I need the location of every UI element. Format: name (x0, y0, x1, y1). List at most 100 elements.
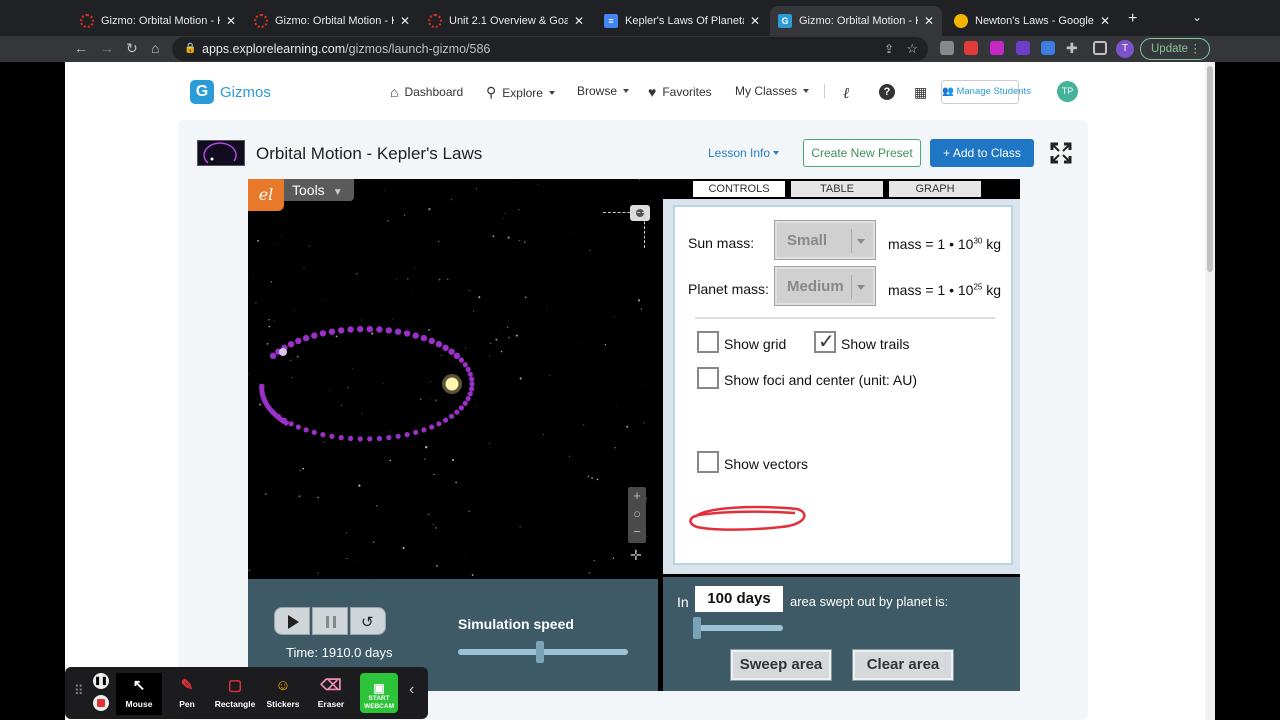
stickers-tool[interactable]: ☺ Stickers (260, 673, 306, 715)
collapse-chevron-icon[interactable]: ‹ (409, 681, 414, 699)
apps-grid-icon[interactable]: ▦ (914, 84, 927, 101)
translate-icon[interactable] (1041, 41, 1055, 55)
tool-label: Stickers (266, 699, 300, 709)
nav-dashboard[interactable]: ⌂ Dashboard (390, 84, 463, 100)
browser-tab-2[interactable]: Gizmo: Orbital Motion - Ke ✕ (246, 6, 418, 36)
browser-tab-4[interactable]: ≡ Kepler's Laws Of Planetary ✕ (596, 6, 768, 36)
planet-mass-select[interactable]: Medium (774, 266, 876, 306)
show-vectors-checkbox[interactable] (697, 451, 719, 473)
close-icon[interactable]: ✕ (400, 14, 410, 28)
trail-dot (442, 344, 449, 351)
zoom-in-icon[interactable]: + (628, 487, 646, 505)
extension-icon[interactable] (940, 41, 954, 55)
stop-recording-icon[interactable] (93, 695, 109, 711)
eq-exponent: 25 (973, 282, 983, 292)
trail-dot (469, 376, 475, 382)
zoom-reset-icon[interactable]: ○ (628, 505, 646, 523)
nav-browse[interactable]: Browse (577, 84, 630, 98)
tab-controls[interactable]: CONTROLS (693, 181, 785, 197)
start-webcam-button[interactable]: ▣ START WEBCAM (360, 673, 398, 713)
pause-button[interactable] (312, 607, 348, 635)
eq-exponent: 30 (973, 236, 983, 246)
sweep-area-button[interactable]: Sweep area (730, 649, 832, 681)
pan-icon[interactable]: ✛ (630, 547, 642, 564)
close-icon[interactable]: ✕ (1100, 14, 1110, 28)
pen-tool[interactable]: ✎ Pen (164, 673, 210, 715)
browser-tab-5-active[interactable]: G Gizmo: Orbital Motion - Kepler ✕ (770, 6, 942, 36)
trail-dot (288, 421, 294, 427)
show-trails-checkbox[interactable] (814, 329, 836, 354)
triangle-down-icon: ▼ (332, 187, 343, 198)
kami-icon[interactable] (1016, 41, 1030, 55)
browser-tab-3[interactable]: Unit 2.1 Overview & Goals ✕ (420, 6, 592, 36)
fullscreen-icon[interactable] (1050, 142, 1072, 164)
home-icon[interactable]: ⌂ (151, 40, 159, 56)
eraser-icon: ⌫ (320, 677, 342, 694)
sun-mass-select[interactable]: Small (774, 220, 876, 260)
new-tab-icon[interactable]: + (1128, 10, 1137, 28)
browser-tab-6[interactable]: Newton's Laws - Google Ja ✕ (946, 6, 1118, 36)
pause-recording-icon[interactable]: ❚❚ (93, 673, 109, 689)
zoom-out-icon[interactable]: − (628, 523, 646, 541)
play-button[interactable] (274, 607, 310, 635)
close-icon[interactable]: ✕ (750, 14, 760, 28)
nav-favorites[interactable]: ♥ Favorites (648, 84, 712, 100)
controls-inner: Sun mass: Small mass = 1 • 1030 kg Plane… (673, 205, 1013, 565)
bookmark-star-icon[interactable]: ☆ (906, 37, 918, 61)
el-badge-icon[interactable]: el (248, 179, 284, 211)
plus-icon: + (943, 146, 953, 160)
eraser-tool[interactable]: ⌫ Eraser (308, 673, 354, 715)
el-icon[interactable]: ℓ (843, 84, 849, 103)
more-vert-icon[interactable]: ⋮ (1190, 39, 1202, 59)
profile-avatar[interactable]: T (1116, 40, 1134, 58)
screencastify-icon[interactable] (964, 41, 978, 55)
close-icon[interactable]: ✕ (574, 14, 584, 28)
help-icon[interactable]: ? (879, 84, 895, 100)
show-foci-checkbox[interactable] (697, 367, 719, 389)
gizmos-logo[interactable]: G Gizmos (190, 80, 271, 104)
create-preset-button[interactable]: Create New Preset (803, 139, 921, 167)
users-icon: 👥 (942, 86, 957, 97)
rectangle-tool[interactable]: ▢ Rectangle (212, 673, 258, 715)
mouse-tool[interactable]: ↖ Mouse (116, 673, 162, 715)
close-icon[interactable]: ✕ (226, 14, 236, 28)
share-icon[interactable]: ⇪ (884, 37, 894, 61)
drag-handle-icon[interactable]: ⠿ (74, 683, 84, 699)
page-scrollbar-thumb[interactable] (1207, 66, 1213, 272)
days-slider-knob[interactable] (693, 617, 701, 639)
nav-explore[interactable]: ⚲ Explore (486, 84, 555, 101)
tab-graph[interactable]: GRAPH (889, 181, 981, 197)
lesson-info-dropdown[interactable]: Lesson Info (708, 146, 780, 160)
clear-area-button[interactable]: Clear area (852, 649, 954, 681)
tab-table[interactable]: TABLE (791, 181, 883, 197)
tab-search-chevron-icon[interactable]: ⌄ (1192, 10, 1202, 24)
close-icon[interactable]: ✕ (924, 14, 934, 28)
trail-dot (429, 424, 435, 430)
webcam-label-1: START (368, 695, 390, 702)
forward-arrow-icon[interactable]: → (100, 40, 114, 56)
user-avatar[interactable]: TP (1057, 81, 1078, 102)
browser-tab-1[interactable]: Gizmo: Orbital Motion - Ke ✕ (72, 6, 244, 36)
speed-slider-knob[interactable] (535, 641, 544, 663)
days-slider-track[interactable] (697, 625, 783, 631)
lock-icon[interactable]: 🔒 (184, 37, 196, 61)
puzzle-extensions-icon[interactable]: ✚ (1066, 40, 1078, 57)
reset-button[interactable]: ↺ (350, 607, 386, 635)
add-to-class-button[interactable]: + Add to Class (930, 139, 1034, 167)
trail-dot (366, 325, 373, 333)
manage-students-button[interactable]: 👥 Manage Students (941, 80, 1031, 104)
days-value-field[interactable]: 100 days (695, 586, 783, 612)
reload-icon[interactable]: ↻ (126, 40, 138, 57)
orbit-view[interactable]: Tools ▼ el + ○ − ✛ (248, 179, 660, 579)
extension-icon[interactable] (990, 41, 1004, 55)
home-icon: ⌂ (390, 84, 399, 100)
trail-dot (462, 400, 468, 406)
show-grid-checkbox[interactable] (697, 331, 719, 353)
side-panel-icon[interactable] (1093, 41, 1107, 55)
update-button[interactable]: Update ⋮ (1140, 38, 1210, 60)
address-bar[interactable]: 🔒 apps.explorelearning.com/gizmos/launch… (172, 37, 928, 61)
page-content: G Gizmos ⌂ Dashboard ⚲ Explore Browse ♥ Fav… (65, 62, 1205, 720)
nav-my-classes[interactable]: My Classes (735, 84, 810, 98)
trail-dot (295, 424, 301, 430)
back-arrow-icon[interactable]: ← (74, 40, 88, 56)
